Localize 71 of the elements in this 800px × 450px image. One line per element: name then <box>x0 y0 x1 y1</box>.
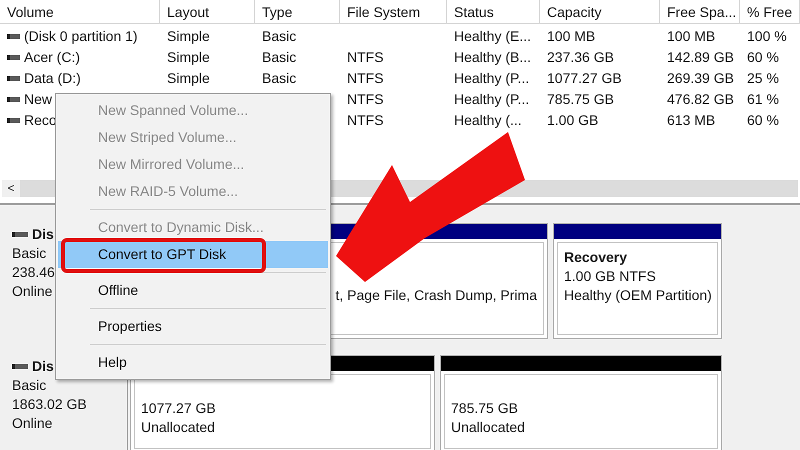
table-cell-text: Acer (C:) <box>24 48 80 67</box>
partition-block[interactable]: Recovery 1.00 GB NTFS Healthy (OEM Partition) <box>553 223 722 339</box>
table-cell-text: New <box>24 90 52 109</box>
table-cell-text: (Disk 0 partition 1) <box>24 27 138 46</box>
table-cell-text: Healthy (P... <box>454 90 530 109</box>
table-cell-text: NTFS <box>347 48 384 67</box>
column-header[interactable]: Type <box>262 4 292 20</box>
table-cell-text: 61 % <box>747 90 779 109</box>
table-cell-text: Basic <box>262 69 296 88</box>
table-cell-text: 613 MB <box>667 111 716 130</box>
table-cell-text: 1077.27 GB <box>547 69 622 88</box>
table-cell-text: Healthy (P... <box>454 69 530 88</box>
table-cell-text: 100 MB <box>547 27 596 46</box>
disk-size: 238.46 <box>12 263 55 282</box>
column-header[interactable]: Free Spa... <box>667 4 736 20</box>
drive-icon <box>7 118 20 123</box>
table-cell-text: 100 % <box>747 27 787 46</box>
table-cell-text: Data (D:) <box>24 69 81 88</box>
table-cell-text: Healthy (B... <box>454 48 532 67</box>
partition-detail: Unallocated <box>141 418 215 437</box>
table-cell-text: Simple <box>167 27 210 46</box>
disk-status: Online <box>12 282 52 301</box>
drive-icon <box>7 34 20 39</box>
column-header[interactable]: Status <box>454 4 494 20</box>
disk-name: Dis <box>32 225 54 244</box>
table-cell-text: Healthy (E... <box>454 27 532 46</box>
table-cell-text: Basic <box>262 27 296 46</box>
table-cell-text: NTFS <box>347 90 384 109</box>
menu-item[interactable]: Offline <box>58 277 328 304</box>
table-cell-text: Healthy (... <box>454 111 522 130</box>
arrow-icon <box>336 132 525 282</box>
table-cell-text: Simple <box>167 48 210 67</box>
disk-size: 1863.02 GB <box>12 395 87 414</box>
column-header[interactable]: % Free <box>747 4 792 20</box>
table-cell-text: 476.82 GB <box>667 90 734 109</box>
partition-detail: Unallocated <box>451 418 525 437</box>
table-cell-text: NTFS <box>347 69 384 88</box>
partition-detail: 1.00 GB NTFS <box>564 267 656 286</box>
partition-title: Recovery <box>564 248 628 267</box>
table-cell-text: 100 MB <box>667 27 716 46</box>
table-cell-text: 269.39 GB <box>667 69 734 88</box>
scroll-left-button[interactable]: < <box>2 180 20 197</box>
disk-status: Online <box>12 414 52 433</box>
table-cell-text: Simple <box>167 69 210 88</box>
table-cell-text: 60 % <box>747 48 779 67</box>
table-cell-text: 237.36 GB <box>547 48 614 67</box>
table-cell-text: 785.75 GB <box>547 90 614 109</box>
column-header[interactable]: Capacity <box>547 4 602 20</box>
partition-block[interactable]: 785.75 GB Unallocated <box>440 355 722 450</box>
menu-item[interactable]: Convert to GPT Disk <box>58 241 328 268</box>
drive-icon <box>7 55 20 60</box>
disk-type: Basic <box>12 244 46 263</box>
disk-type: Basic <box>12 376 46 395</box>
column-header[interactable]: File System <box>347 4 420 20</box>
partition-detail: Healthy (OEM Partition) <box>564 286 712 305</box>
table-cell-text: 1.00 GB <box>547 111 598 130</box>
table-cell-text: 60 % <box>747 111 779 130</box>
disk-name: Dis <box>32 357 54 376</box>
partition-detail: 785.75 GB <box>451 399 518 418</box>
table-cell-text: NTFS <box>347 111 384 130</box>
column-header[interactable]: Volume <box>7 4 54 20</box>
column-header[interactable]: Layout <box>167 4 210 20</box>
partition-detail: t, Page File, Crash Dump, Prima <box>335 286 537 305</box>
partition-detail: 1077.27 GB <box>141 399 216 418</box>
table-cell-text: Basic <box>262 48 296 67</box>
table-cell-text: 142.89 GB <box>667 48 734 67</box>
drive-icon <box>7 76 20 81</box>
menu-item[interactable]: Properties <box>58 313 328 340</box>
drive-icon <box>7 97 20 102</box>
table-cell-text: 25 % <box>747 69 779 88</box>
table-cell-text: Reco <box>24 111 57 130</box>
